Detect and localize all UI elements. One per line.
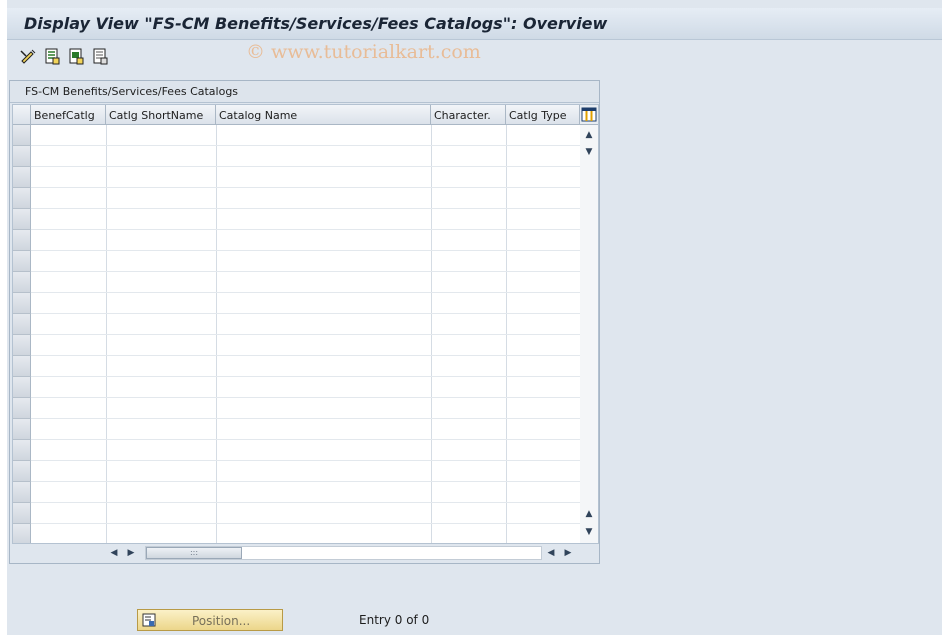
row-selector[interactable] <box>13 125 31 146</box>
data-grid: BenefCatlg Catlg ShortName Catalog Name … <box>12 104 599 544</box>
table-row <box>31 292 580 293</box>
horizontal-scrollbar[interactable]: ::: <box>145 546 542 560</box>
table-row <box>31 397 580 398</box>
table-title-bar: FS-CM Benefits/Services/Fees Catalogs <box>10 81 599 103</box>
table-row <box>31 208 580 209</box>
column-settings-icon[interactable] <box>580 105 598 125</box>
scroll-left-icon[interactable]: ◀ <box>545 547 557 559</box>
table-row <box>31 481 580 482</box>
select-all-icon[interactable] <box>43 47 61 65</box>
scroll-top-icon[interactable]: ▲ <box>584 130 594 140</box>
column-header-character[interactable]: Character. <box>431 105 506 125</box>
table-row <box>31 376 580 377</box>
window-left-edge <box>0 0 7 635</box>
row-selector[interactable] <box>13 461 31 482</box>
display-change-icon[interactable] <box>19 47 37 65</box>
table-row <box>31 187 580 188</box>
scroll-bottom-icon[interactable]: ▼ <box>584 527 594 537</box>
scroll-right-icon[interactable]: ▶ <box>125 547 137 559</box>
position-button-label: Position... <box>192 614 251 628</box>
table-row <box>31 334 580 335</box>
table-row <box>31 355 580 356</box>
position-button[interactable]: Position... <box>137 609 283 631</box>
table-row <box>31 313 580 314</box>
row-selector[interactable] <box>13 524 31 543</box>
watermark-text: © www.tutorialkart.com <box>246 41 481 63</box>
table-row <box>31 523 580 524</box>
table-row <box>31 166 580 167</box>
row-selector[interactable] <box>13 314 31 335</box>
deselect-all-icon[interactable] <box>91 47 109 65</box>
table-row <box>31 271 580 272</box>
row-selector[interactable] <box>13 419 31 440</box>
entry-counter: Entry 0 of 0 <box>359 613 430 627</box>
position-icon <box>142 613 156 627</box>
table-row <box>31 145 580 146</box>
select-block-icon[interactable] <box>67 47 85 65</box>
column-header-catlg-shortname[interactable]: Catlg ShortName <box>106 105 216 125</box>
column-header-benefcatlg[interactable]: BenefCatlg <box>31 105 106 125</box>
title-bar: Display View "FS-CM Benefits/Services/Fe… <box>7 8 942 40</box>
scroll-down-icon[interactable]: ▲ <box>584 509 594 519</box>
row-selector[interactable] <box>13 230 31 251</box>
column-header-catlg-type[interactable]: Catlg Type <box>506 105 580 125</box>
row-selector[interactable] <box>13 440 31 461</box>
table-title: FS-CM Benefits/Services/Fees Catalogs <box>25 85 239 98</box>
row-selector[interactable] <box>13 398 31 419</box>
row-selector[interactable] <box>13 146 31 167</box>
scroll-left-icon[interactable]: ◀ <box>108 547 120 559</box>
row-selector[interactable] <box>13 251 31 272</box>
table-row <box>31 250 580 251</box>
table-row <box>31 418 580 419</box>
column-header-catalog-name[interactable]: Catalog Name <box>216 105 431 125</box>
vertical-scrollbar[interactable]: ▲ ▼ ▲ ▼ <box>580 125 598 543</box>
row-selector[interactable] <box>13 482 31 503</box>
scroll-up-icon[interactable]: ▼ <box>584 147 594 157</box>
row-selector[interactable] <box>13 272 31 293</box>
table-row <box>31 439 580 440</box>
horizontal-scroll-thumb[interactable]: ::: <box>146 547 242 559</box>
row-selector[interactable] <box>13 167 31 188</box>
table-row <box>31 502 580 503</box>
horizontal-scroll-area: ◀ ▶ ::: ◀ ▶ <box>12 544 599 562</box>
table-row <box>31 229 580 230</box>
table-row <box>31 460 580 461</box>
row-selector[interactable] <box>13 188 31 209</box>
select-all-rows-corner[interactable] <box>13 105 31 125</box>
scroll-right-icon[interactable]: ▶ <box>562 547 574 559</box>
row-selector[interactable] <box>13 335 31 356</box>
row-selector[interactable] <box>13 209 31 230</box>
table-control: FS-CM Benefits/Services/Fees Catalogs Be… <box>9 80 600 564</box>
row-selector[interactable] <box>13 293 31 314</box>
row-selector[interactable] <box>13 356 31 377</box>
page-title: Display View "FS-CM Benefits/Services/Fe… <box>24 14 608 33</box>
row-selector[interactable] <box>13 377 31 398</box>
row-selector[interactable] <box>13 503 31 524</box>
